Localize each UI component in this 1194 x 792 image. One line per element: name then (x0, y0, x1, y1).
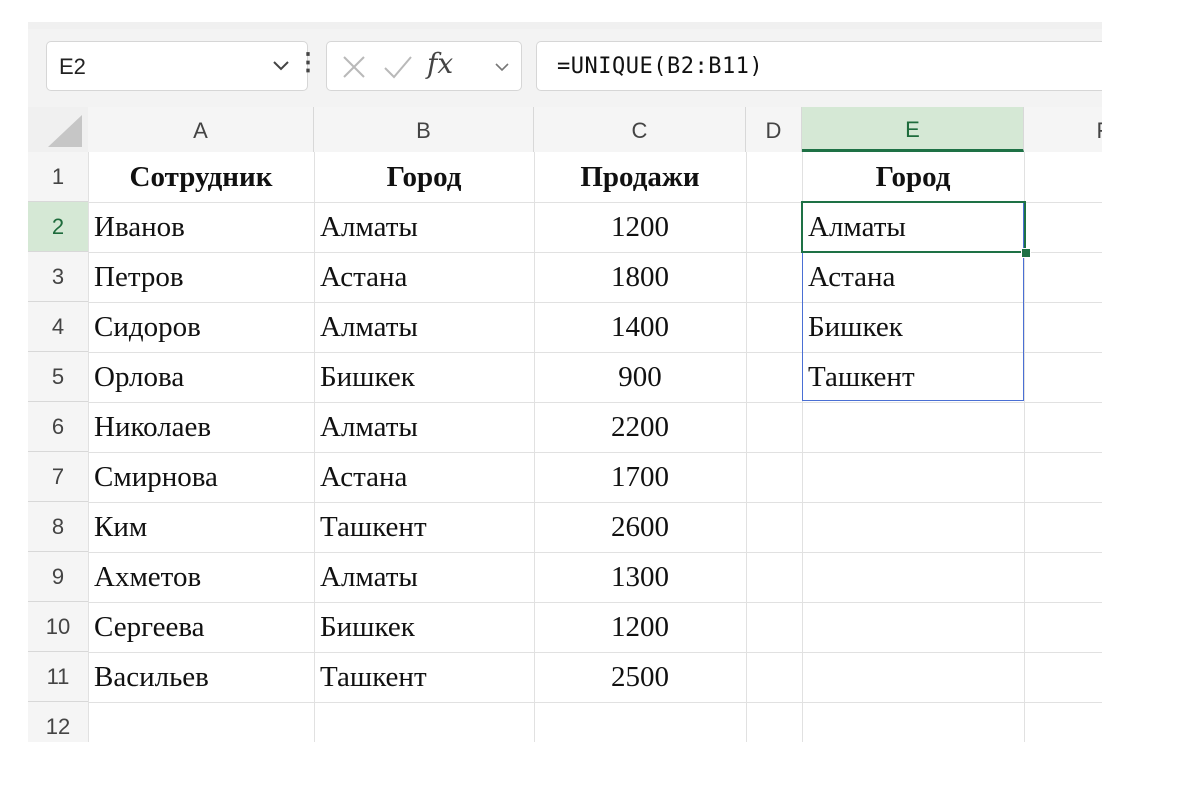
cell-a8[interactable]: Ким (88, 502, 314, 552)
cell-c11[interactable]: 2500 (534, 652, 746, 702)
formula-input[interactable]: =UNIQUE(B2:B11) (536, 41, 1102, 91)
cancel-icon[interactable] (339, 52, 369, 87)
chevron-down-icon[interactable] (271, 59, 291, 78)
row-header-4[interactable]: 4 (28, 302, 88, 352)
column-header-a[interactable]: A (88, 107, 314, 152)
insert-function-icon[interactable]: fx (427, 47, 453, 80)
cell-b7[interactable]: Астана (314, 452, 534, 502)
row-header-3[interactable]: 3 (28, 252, 88, 302)
row-header-5[interactable]: 5 (28, 352, 88, 402)
cell-c8[interactable]: 2600 (534, 502, 746, 552)
gridline (746, 152, 747, 742)
cell-a1[interactable]: Сотрудник (88, 152, 314, 202)
select-all-button[interactable] (28, 107, 88, 152)
cell-b1[interactable]: Город (314, 152, 534, 202)
row-header-9[interactable]: 9 (28, 552, 88, 602)
column-header-f-label: F (1097, 118, 1102, 143)
cell-b10[interactable]: Бишкек (314, 602, 534, 652)
cell-c9[interactable]: 1300 (534, 552, 746, 602)
cell-c4[interactable]: 1400 (534, 302, 746, 352)
cell-b9[interactable]: Алматы (314, 552, 534, 602)
cell-c7[interactable]: 1700 (534, 452, 746, 502)
chevron-down-icon[interactable] (493, 60, 511, 78)
row-header-12[interactable]: 12 (28, 702, 88, 742)
row-header-8[interactable]: 8 (28, 502, 88, 552)
column-header-d[interactable]: D (746, 107, 802, 152)
ribbon-edge (28, 22, 1102, 29)
cell-a10[interactable]: Сергеева (88, 602, 314, 652)
formula-bar: E2 ⋮ fx =UNIQUE(B2:B11) (28, 29, 1102, 107)
cell-b4[interactable]: Алматы (314, 302, 534, 352)
cell-b8[interactable]: Ташкент (314, 502, 534, 552)
column-header-f[interactable]: F (1024, 107, 1102, 152)
spreadsheet-app: E2 ⋮ fx =UNIQUE(B2:B11) A B C D E 1 2 3 … (0, 0, 1194, 792)
row-header-10[interactable]: 10 (28, 602, 88, 652)
column-header-e[interactable]: E (802, 107, 1024, 152)
formula-actions: fx (326, 41, 522, 91)
worksheet-grid[interactable]: A B C D E F 1 2 3 4 5 6 7 8 9 10 11 12 (28, 107, 1102, 742)
name-box[interactable]: E2 (46, 41, 308, 91)
cell-b2[interactable]: Алматы (314, 202, 534, 252)
confirm-icon[interactable] (381, 52, 415, 87)
cell-c6[interactable]: 2200 (534, 402, 746, 452)
fill-handle[interactable] (1021, 248, 1031, 258)
cell-c10[interactable]: 1200 (534, 602, 746, 652)
cell-a3[interactable]: Петров (88, 252, 314, 302)
cell-b3[interactable]: Астана (314, 252, 534, 302)
column-header-c[interactable]: C (534, 107, 746, 152)
cell-b5[interactable]: Бишкек (314, 352, 534, 402)
cell-b6[interactable]: Алматы (314, 402, 534, 452)
cell-c3[interactable]: 1800 (534, 252, 746, 302)
cell-a4[interactable]: Сидоров (88, 302, 314, 352)
cell-c1[interactable]: Продажи (534, 152, 746, 202)
cell-b11[interactable]: Ташкент (314, 652, 534, 702)
cell-e1[interactable]: Город (802, 152, 1024, 202)
formula-text: =UNIQUE(B2:B11) (557, 54, 764, 79)
cell-a11[interactable]: Васильев (88, 652, 314, 702)
cell-c2[interactable]: 1200 (534, 202, 746, 252)
row-header-6[interactable]: 6 (28, 402, 88, 452)
cell-c5[interactable]: 900 (534, 352, 746, 402)
row-header-7[interactable]: 7 (28, 452, 88, 502)
row-header-2[interactable]: 2 (28, 202, 88, 252)
cell-a9[interactable]: Ахметов (88, 552, 314, 602)
cell-a5[interactable]: Орлова (88, 352, 314, 402)
cell-a2[interactable]: Иванов (88, 202, 314, 252)
gridline (88, 702, 1102, 703)
cell-a7[interactable]: Смирнова (88, 452, 314, 502)
name-box-value: E2 (59, 54, 86, 79)
cell-a6[interactable]: Николаев (88, 402, 314, 452)
active-cell-border (801, 201, 1026, 253)
row-header-11[interactable]: 11 (28, 652, 88, 702)
more-options-icon[interactable]: ⋮ (296, 51, 320, 75)
column-header-b[interactable]: B (314, 107, 534, 152)
row-header-1[interactable]: 1 (28, 152, 88, 202)
